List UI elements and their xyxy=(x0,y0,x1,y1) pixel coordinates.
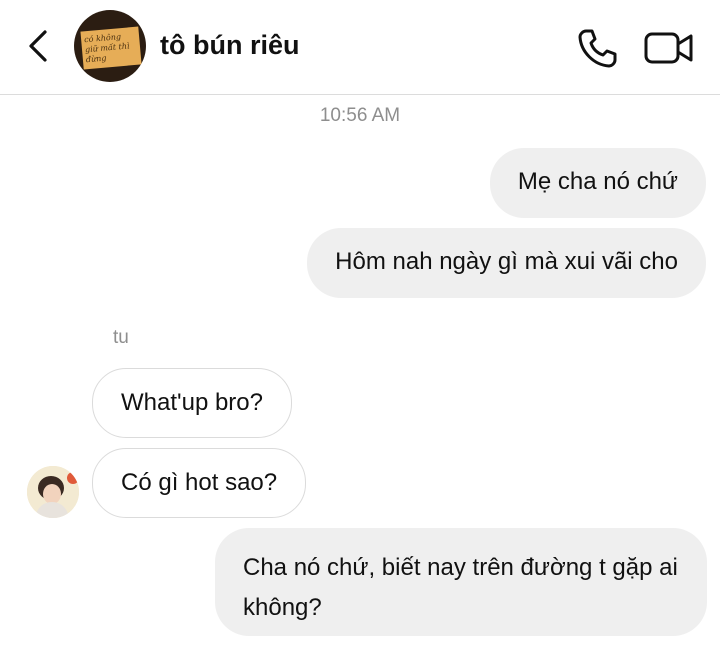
voice-call-button[interactable] xyxy=(575,26,619,70)
incoming-message[interactable]: What'up bro? xyxy=(92,368,292,438)
chevron-left-icon xyxy=(29,30,47,62)
outgoing-message[interactable]: Hôm nah ngày gì mà xui vãi cho xyxy=(307,228,706,298)
outgoing-message[interactable]: Cha nó chứ, biết nay trên đường t gặp ai… xyxy=(215,528,707,636)
person-photo-icon xyxy=(27,466,79,518)
sender-avatar[interactable] xyxy=(27,466,79,518)
avatar-sign: có không giữ mất thì đừng xyxy=(80,26,142,70)
back-button[interactable] xyxy=(18,26,58,66)
video-camera-icon xyxy=(644,32,693,64)
contact-avatar[interactable]: có không giữ mất thì đừng xyxy=(74,10,146,82)
phone-icon xyxy=(578,29,617,68)
contact-name[interactable]: tô bún riêu xyxy=(160,30,299,61)
incoming-message[interactable]: Có gì hot sao? xyxy=(92,448,307,518)
video-call-button[interactable] xyxy=(643,26,695,70)
message-timestamp: 10:56 AM xyxy=(319,105,401,126)
outgoing-message[interactable]: Mẹ cha nó chứ xyxy=(489,148,706,218)
chat-header: có không giữ mất thì đừng tô bún riêu xyxy=(0,0,720,95)
sender-name: tu xyxy=(113,327,129,348)
